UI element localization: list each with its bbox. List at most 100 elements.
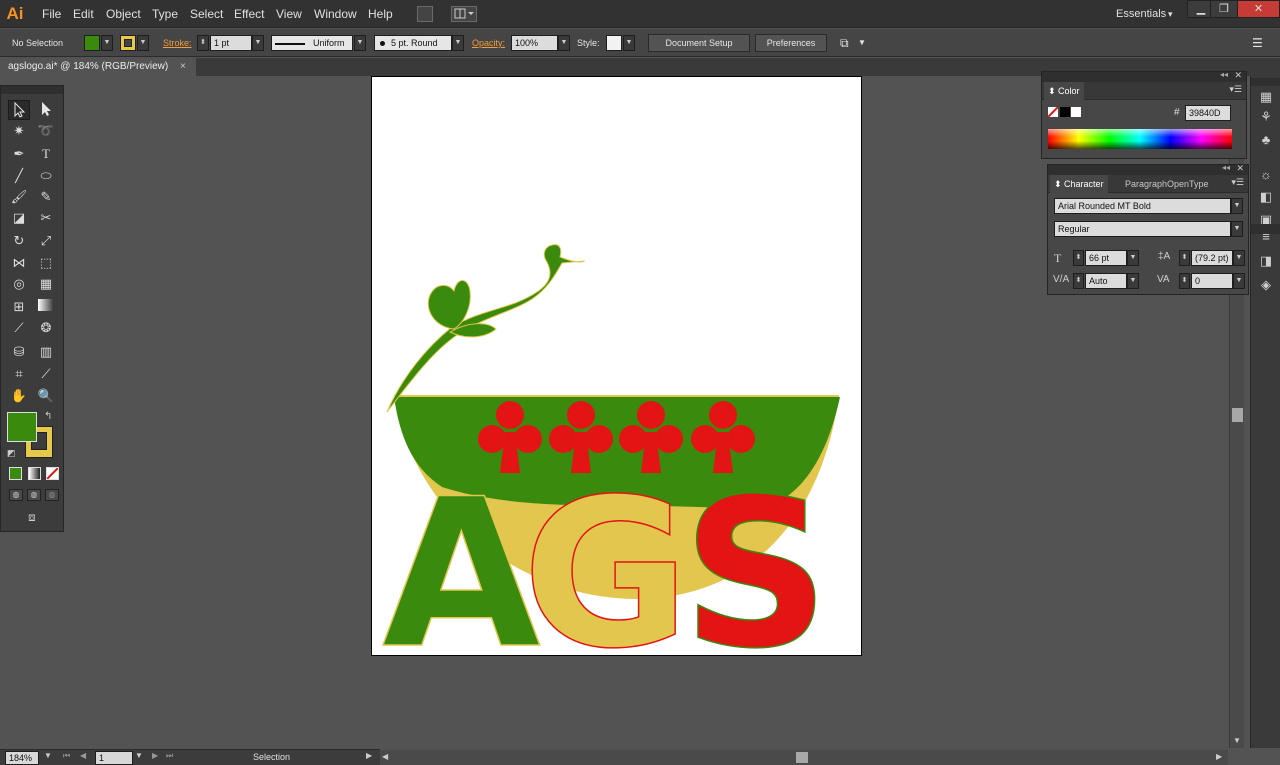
menu-file[interactable]: File bbox=[42, 0, 61, 28]
fill-swatch[interactable] bbox=[84, 35, 100, 51]
tab-color[interactable]: ⬍ Color bbox=[1044, 82, 1084, 100]
menu-help[interactable]: Help bbox=[368, 0, 393, 28]
scroll-left-icon[interactable]: ◀ bbox=[382, 752, 388, 761]
chevron-down-icon[interactable]: ▾ bbox=[1168, 0, 1173, 28]
paintbrush-tool-icon[interactable]: 🖌 bbox=[8, 187, 30, 207]
perspective-grid-tool-icon[interactable]: ▦ bbox=[35, 274, 57, 294]
logo-artwork[interactable]: A G S bbox=[372, 77, 863, 695]
magic-wand-tool-icon[interactable]: ✷ bbox=[8, 121, 30, 141]
blend-tool-icon[interactable]: ❂ bbox=[35, 318, 57, 338]
zoom-dropdown-icon[interactable]: ▼ bbox=[44, 751, 52, 760]
tracking-stepper[interactable]: ⬍ bbox=[1179, 273, 1190, 289]
maximize-button[interactable]: ❐ bbox=[1210, 0, 1238, 18]
stroke-weight-stepper[interactable]: ⬍ bbox=[197, 35, 209, 51]
hand-tool-icon[interactable]: ✋ bbox=[8, 386, 30, 406]
leading-field[interactable]: (79.2 pt) bbox=[1191, 250, 1233, 266]
menu-type[interactable]: Type bbox=[152, 0, 178, 28]
ellipse-tool-icon[interactable]: ⬭ bbox=[35, 166, 57, 186]
profile-dropdown[interactable]: ▼ bbox=[354, 35, 366, 51]
none-mode-button[interactable] bbox=[46, 467, 59, 480]
none-color-icon[interactable] bbox=[1047, 106, 1059, 118]
direct-selection-tool-icon[interactable] bbox=[35, 100, 57, 120]
kerning-stepper[interactable]: ⬍ bbox=[1073, 273, 1084, 289]
dock-header[interactable] bbox=[1251, 78, 1280, 86]
color-spectrum[interactable] bbox=[1048, 129, 1232, 149]
workspace-switcher[interactable]: Essentials bbox=[1116, 0, 1166, 28]
color-guide-icon[interactable]: ▦ bbox=[1257, 88, 1275, 106]
opacity-dropdown[interactable]: ▼ bbox=[558, 35, 570, 51]
status-menu-icon[interactable]: ▶ bbox=[366, 751, 372, 760]
stroke-weight-dropdown[interactable]: ▼ bbox=[252, 35, 264, 51]
default-colors-icon[interactable]: ◩ bbox=[7, 448, 16, 459]
scale-tool-icon[interactable]: ⤢ bbox=[35, 231, 57, 251]
current-tool-status[interactable]: Selection bbox=[253, 752, 290, 762]
lasso-tool-icon[interactable]: ➰ bbox=[35, 121, 57, 141]
stroke-dropdown[interactable]: ▼ bbox=[137, 35, 149, 51]
font-family-field[interactable]: Arial Rounded MT Bold bbox=[1054, 198, 1231, 214]
menu-edit[interactable]: Edit bbox=[73, 0, 94, 28]
tab-paragraph[interactable]: Paragraph bbox=[1125, 175, 1167, 193]
draw-normal-button[interactable]: ◍ bbox=[9, 489, 23, 501]
leading-stepper[interactable]: ⬍ bbox=[1179, 250, 1190, 266]
close-button[interactable]: ✕ bbox=[1237, 0, 1280, 18]
stroke-panel-icon[interactable]: ≡ bbox=[1257, 228, 1275, 246]
scroll-right-icon[interactable]: ▶ bbox=[1216, 752, 1222, 761]
document-tab[interactable]: agslogo.ai* @ 184% (RGB/Preview) × bbox=[0, 58, 196, 76]
selection-tool-icon[interactable] bbox=[8, 100, 30, 120]
scissors-tool-icon[interactable]: ✂ bbox=[35, 208, 57, 228]
artboard-tool-icon[interactable]: ⌗ bbox=[8, 364, 30, 384]
logo-letter-a[interactable]: A bbox=[381, 455, 541, 695]
hex-field[interactable]: 39840D bbox=[1185, 105, 1231, 121]
font-size-dropdown[interactable]: ▼ bbox=[1127, 250, 1139, 266]
graphic-style-swatch[interactable] bbox=[606, 35, 622, 51]
first-artboard-icon[interactable]: ⏮ bbox=[63, 751, 70, 761]
mesh-tool-icon[interactable]: ⊞ bbox=[8, 297, 30, 317]
white-swatch[interactable] bbox=[1071, 107, 1081, 117]
font-size-field[interactable]: 66 pt bbox=[1085, 250, 1127, 266]
menu-view[interactable]: View bbox=[276, 0, 302, 28]
vertical-scroll-thumb[interactable] bbox=[1232, 408, 1243, 422]
menu-select[interactable]: Select bbox=[190, 0, 223, 28]
gradient-mode-button[interactable] bbox=[28, 467, 41, 480]
horizontal-scroll-thumb[interactable] bbox=[796, 752, 808, 763]
draw-behind-button[interactable]: ◍ bbox=[27, 489, 41, 501]
collapse-icon[interactable]: ◂◂ bbox=[1220, 70, 1228, 79]
opacity-field[interactable]: 100% bbox=[511, 35, 558, 51]
arrange-icon[interactable]: ⧉ bbox=[840, 29, 849, 57]
tracking-field[interactable]: 0 bbox=[1191, 273, 1233, 289]
arrange-documents-button[interactable] bbox=[451, 6, 477, 22]
close-icon[interactable]: ✕ bbox=[1236, 163, 1244, 174]
font-family-dropdown[interactable]: ▼ bbox=[1231, 198, 1243, 214]
close-icon[interactable]: ✕ bbox=[1234, 70, 1242, 81]
fill-color-box[interactable] bbox=[7, 412, 37, 442]
swap-colors-icon[interactable]: ↰ bbox=[44, 411, 52, 422]
rotate-tool-icon[interactable]: ↻ bbox=[8, 231, 30, 251]
artboard[interactable]: A G S bbox=[371, 76, 863, 695]
tracking-dropdown[interactable]: ▼ bbox=[1233, 273, 1245, 289]
artboard-dropdown-icon[interactable]: ▼ bbox=[135, 751, 143, 760]
stroke-label[interactable]: Stroke: bbox=[163, 29, 192, 57]
vine-sprout[interactable] bbox=[386, 244, 586, 413]
fill-dropdown[interactable]: ▼ bbox=[101, 35, 113, 51]
font-size-stepper[interactable]: ⬍ bbox=[1073, 250, 1084, 266]
close-icon[interactable]: × bbox=[180, 58, 186, 76]
color-mode-button[interactable] bbox=[9, 467, 22, 480]
appearance-icon[interactable]: ☼ bbox=[1257, 166, 1275, 184]
next-artboard-icon[interactable]: ▶ bbox=[152, 751, 158, 760]
logo-letter-g[interactable]: G bbox=[521, 455, 691, 695]
gradient-tool-icon[interactable] bbox=[35, 297, 57, 317]
brush-dropdown[interactable]: ▼ bbox=[452, 35, 464, 51]
line-tool-icon[interactable]: ╱ bbox=[8, 166, 30, 186]
column-graph-tool-icon[interactable]: ▥ bbox=[35, 342, 57, 362]
tab-character[interactable]: ⬍ Character bbox=[1050, 175, 1108, 193]
panel-menu-icon[interactable]: ☰ bbox=[1252, 29, 1263, 57]
character-panel-titlebar[interactable]: ◂◂ ✕ bbox=[1048, 163, 1248, 175]
panel-menu-icon[interactable]: ▾☰ bbox=[1231, 177, 1244, 188]
slice-tool-icon[interactable]: ⟋ bbox=[35, 364, 57, 384]
black-swatch[interactable] bbox=[1060, 107, 1070, 117]
brush-definition[interactable]: 5 pt. Round bbox=[374, 35, 452, 51]
stroke-swatch[interactable] bbox=[120, 35, 136, 51]
logo-letter-s[interactable]: S bbox=[681, 455, 830, 695]
opacity-label[interactable]: Opacity: bbox=[472, 29, 505, 57]
leading-dropdown[interactable]: ▼ bbox=[1233, 250, 1245, 266]
